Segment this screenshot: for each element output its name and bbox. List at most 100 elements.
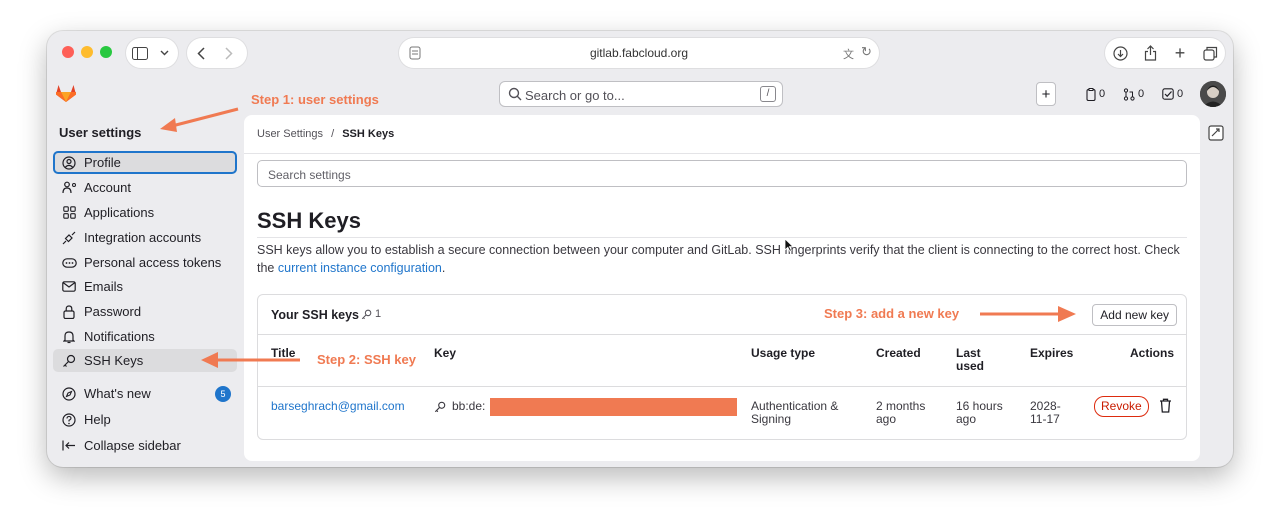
sidebar-item-label: Personal access tokens — [84, 255, 222, 270]
sidebar-item-applications[interactable]: Applications — [53, 201, 237, 224]
sidebar-item-account[interactable]: Account — [53, 176, 237, 199]
back-icon[interactable] — [187, 38, 215, 68]
sidebar-item-help[interactable]: Help — [53, 408, 237, 431]
sidebar-item-label: Integration accounts — [84, 230, 202, 245]
search-settings-input[interactable]: Search settings — [257, 160, 1187, 187]
sidebar-toggle-icon[interactable] — [126, 38, 154, 68]
trash-icon[interactable] — [1159, 398, 1172, 413]
download-icon[interactable] — [1106, 38, 1134, 68]
tabs-overview-icon[interactable] — [1196, 38, 1224, 68]
description-end: . — [441, 261, 446, 275]
sidebar-item-password[interactable]: Password — [53, 300, 237, 323]
zoom-window-button[interactable] — [100, 46, 112, 58]
sidebar-item-emails[interactable]: Emails — [53, 275, 237, 298]
translate-icon[interactable]: 文 — [843, 46, 854, 62]
sidebar-title: User settings — [59, 125, 142, 140]
breadcrumb-separator: / — [331, 128, 335, 140]
ssh-key-title-link[interactable]: barseghrach@gmail.com — [271, 400, 405, 413]
integration-icon — [58, 231, 80, 245]
sidebar-item-label: Account — [84, 180, 131, 195]
sidebar-item-personal-access-tokens[interactable]: Personal access tokens — [53, 251, 237, 274]
breadcrumb-divider — [244, 153, 1200, 154]
annotation-arrow-3 — [980, 306, 1076, 322]
last-used-line-2: ago — [956, 412, 977, 426]
page-description: SSH keys allow you to establish a secure… — [257, 241, 1187, 277]
sidebar-item-label: Password — [84, 304, 142, 319]
breadcrumb: User Settings / SSH Keys — [257, 128, 394, 140]
sidebar-item-label: Emails — [84, 279, 124, 294]
todos-button[interactable]: 0 — [1162, 82, 1183, 106]
sidebar-item-collapse[interactable]: Collapse sidebar — [53, 434, 237, 457]
todo-icon — [1162, 88, 1174, 100]
sidebar-item-label: Collapse sidebar — [84, 438, 181, 453]
column-header-last-used: Last used — [956, 346, 985, 373]
instance-configuration-link[interactable]: current instance configuration — [278, 261, 442, 275]
global-search-input[interactable]: Search or go to... / — [499, 81, 783, 107]
search-settings-placeholder: Search settings — [268, 168, 351, 182]
page-title: SSH Keys — [257, 208, 361, 233]
add-new-key-button[interactable]: Add new key — [1092, 304, 1177, 326]
redaction-box — [490, 398, 737, 416]
browser-window: gitlab.fabcloud.org 文 ↻ + Search or go t… — [47, 31, 1233, 467]
created-line-2: ago — [876, 412, 897, 426]
merge-request-icon — [1123, 87, 1135, 101]
key-icon — [58, 354, 80, 368]
sidebar-item-notifications[interactable]: Notifications — [53, 325, 237, 348]
todos-count: 0 — [1177, 88, 1184, 100]
ssh-key-expires: 2028- 11-17 — [1030, 400, 1061, 426]
close-window-button[interactable] — [62, 46, 74, 58]
breadcrumb-parent-link[interactable]: User Settings — [257, 128, 323, 140]
reload-icon[interactable]: ↻ — [861, 44, 872, 60]
sidebar-item-label: Notifications — [84, 329, 155, 344]
column-header-key: Key — [434, 346, 457, 360]
revoke-button[interactable]: Revoke — [1094, 396, 1149, 417]
key-icon — [361, 309, 372, 319]
account-icon — [58, 181, 80, 194]
forward-icon[interactable] — [215, 38, 243, 68]
create-new-button[interactable]: + — [1036, 82, 1056, 106]
breadcrumb-current: SSH Keys — [342, 128, 395, 140]
ssh-key-prefix: bb:de: — [452, 399, 486, 413]
toggle-panel-icon[interactable] — [1208, 125, 1224, 146]
sidebar-item-profile[interactable]: Profile — [53, 151, 237, 174]
mail-icon — [58, 281, 80, 292]
new-tab-icon[interactable]: + — [1166, 38, 1194, 68]
bell-icon — [58, 330, 80, 344]
global-search-placeholder: Search or go to... — [525, 88, 625, 103]
gitlab-logo-icon[interactable] — [54, 81, 78, 105]
user-avatar[interactable] — [1200, 81, 1226, 107]
sidebar-item-integration-accounts[interactable]: Integration accounts — [53, 226, 237, 249]
title-divider — [257, 237, 1187, 238]
key-icon — [434, 401, 446, 412]
sidebar-item-whats-new[interactable]: What's new 5 — [53, 382, 237, 405]
column-header-usage-type: Usage type — [751, 346, 816, 360]
ssh-key-created: 2 months ago — [876, 400, 925, 426]
user-settings-sidebar: User settings Profile Account Applicatio… — [47, 111, 244, 467]
whats-new-badge: 5 — [215, 386, 231, 402]
merge-requests-button[interactable]: 0 — [1123, 82, 1144, 106]
issues-count: 0 — [1099, 88, 1106, 100]
share-icon[interactable] — [1136, 38, 1164, 68]
chevron-down-icon[interactable] — [154, 38, 174, 68]
search-icon — [508, 87, 522, 101]
main-content-panel: User Settings / SSH Keys Search settings… — [244, 115, 1200, 461]
help-icon — [58, 412, 80, 427]
sidebar-item-label: Help — [84, 412, 111, 427]
issues-button[interactable]: 0 — [1086, 82, 1105, 106]
browser-actions-group: + — [1105, 38, 1225, 68]
address-bar[interactable]: gitlab.fabcloud.org 文 ↻ — [399, 38, 879, 68]
ssh-keys-count-value: 1 — [375, 308, 382, 320]
token-icon — [58, 257, 80, 268]
ssh-keys-count: 1 — [361, 308, 381, 320]
ssh-keys-card-title: Your SSH keys — [271, 308, 360, 322]
annotation-step-1: Step 1: user settings — [251, 92, 379, 107]
sidebar-item-label: Applications — [84, 205, 155, 220]
annotation-arrow-1 — [160, 107, 239, 132]
history-nav-group — [187, 38, 247, 68]
minimize-window-button[interactable] — [81, 46, 93, 58]
mouse-cursor-icon — [784, 238, 794, 252]
compass-icon — [58, 386, 80, 401]
applications-icon — [58, 206, 80, 219]
annotation-arrow-2 — [201, 352, 300, 368]
usage-line-2: Signing — [751, 412, 792, 426]
